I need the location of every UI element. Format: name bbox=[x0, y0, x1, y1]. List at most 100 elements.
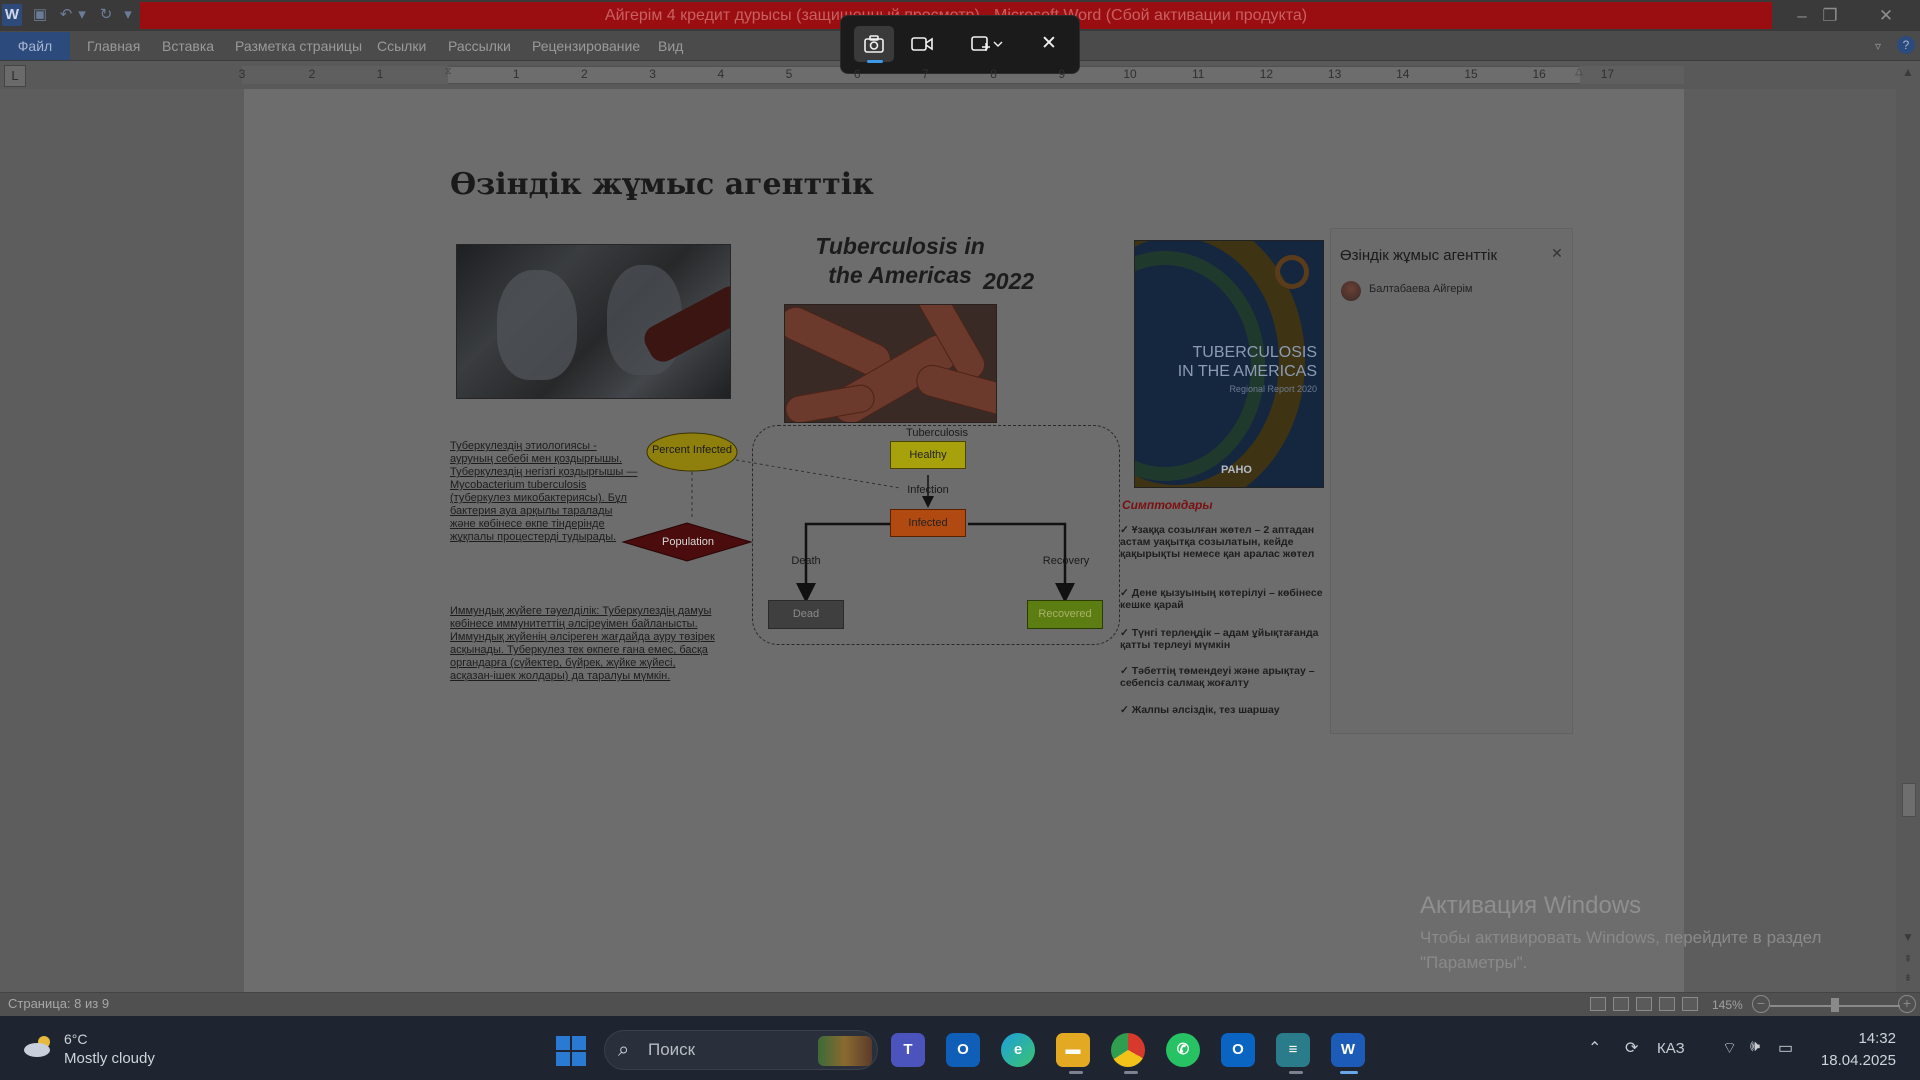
previous-page-icon[interactable]: ⇞ bbox=[1898, 951, 1918, 969]
indent-marker-icon[interactable]: ⧖ bbox=[443, 66, 453, 86]
close-window-button[interactable]: ✕ bbox=[1858, 0, 1914, 31]
side-pane-title: Өзіндік жұмыс агенттік bbox=[1340, 247, 1498, 264]
zoom-level[interactable]: 145% bbox=[1712, 998, 1743, 1012]
ruler-number: 6 bbox=[853, 67, 861, 81]
report-title-2: IN THE AMERICAS bbox=[1177, 363, 1317, 380]
outlook-icon[interactable]: O bbox=[1221, 1033, 1255, 1067]
input-language[interactable]: КАЗ bbox=[1657, 1040, 1685, 1057]
next-page-icon[interactable]: ⇟ bbox=[1898, 970, 1918, 988]
ruler-number: 7 bbox=[922, 67, 929, 81]
capture-mode-indicator bbox=[867, 60, 883, 63]
clock-date[interactable]: 18.04.2025 bbox=[1800, 1052, 1896, 1069]
ruler-number: 13 bbox=[1327, 67, 1342, 81]
help-icon[interactable]: ? bbox=[1897, 36, 1915, 54]
outline-view-icon[interactable] bbox=[1659, 997, 1675, 1011]
ruler-number: 3 bbox=[649, 67, 656, 81]
save-icon[interactable]: ▣ bbox=[30, 4, 50, 26]
tb-year: 2022 bbox=[983, 268, 1035, 294]
battery-icon[interactable]: ▭ bbox=[1778, 1038, 1793, 1058]
side-pane-close-icon[interactable]: ✕ bbox=[1548, 245, 1566, 262]
video-icon[interactable] bbox=[902, 26, 942, 62]
scrollbar-thumb[interactable] bbox=[1902, 783, 1916, 817]
cloudy-weather-icon[interactable] bbox=[22, 1033, 56, 1059]
restore-button[interactable]: ❐ bbox=[1802, 0, 1858, 31]
page-counter[interactable]: Страница: 8 из 9 bbox=[8, 996, 109, 1011]
teams-icon[interactable]: T bbox=[891, 1033, 925, 1067]
status-bar bbox=[0, 992, 1920, 1016]
activation-watermark-text: Чтобы активировать Windows, перейдите в … bbox=[1420, 928, 1822, 972]
ruler-number: 12 bbox=[1259, 67, 1274, 81]
side-pane bbox=[1330, 228, 1573, 734]
tab-selector-icon[interactable]: L bbox=[4, 65, 26, 87]
scroll-up-icon[interactable]: ▲ bbox=[1898, 63, 1918, 81]
ruler-number: 2 bbox=[308, 67, 316, 81]
edge-icon[interactable]: e bbox=[1001, 1033, 1035, 1067]
search-placeholder: Поиск bbox=[648, 1040, 696, 1059]
symptom-item: ✓ Ұзаққа созылған жөтел – 2 аптадан аста… bbox=[1120, 524, 1315, 560]
ruler-number: 17 bbox=[1600, 67, 1615, 81]
tab-view[interactable]: Вид bbox=[658, 31, 683, 61]
infected-node: Infected bbox=[890, 509, 966, 537]
ruler-right-margin bbox=[1580, 66, 1684, 84]
snip-mode-icon[interactable] bbox=[962, 26, 1012, 62]
ruler-number: 4 bbox=[717, 67, 725, 81]
show-hidden-icons-icon[interactable]: ⌃ bbox=[1588, 1038, 1601, 1058]
tab-review[interactable]: Рецензирование bbox=[532, 31, 640, 61]
tab-insert[interactable]: Вставка bbox=[162, 31, 214, 61]
camera-icon[interactable] bbox=[854, 26, 894, 62]
file-explorer-icon[interactable]: ▬ bbox=[1056, 1033, 1090, 1067]
zoom-out-button[interactable]: − bbox=[1752, 995, 1770, 1013]
tb-report-cover: TUBERCULOSIS IN THE AMERICAS Regional Re… bbox=[1134, 240, 1324, 488]
word-taskbar-icon[interactable]: W bbox=[1331, 1033, 1365, 1067]
dead-node: Dead bbox=[768, 600, 844, 629]
symptom-item: ✓ Түнгі терлеңдік – адам ұйықтағанда қат… bbox=[1120, 627, 1319, 651]
weather-description[interactable]: Mostly cloudy bbox=[64, 1050, 155, 1067]
notepad-icon[interactable]: ≡ bbox=[1276, 1033, 1310, 1067]
volume-icon[interactable]: 🕪 bbox=[1750, 1038, 1760, 1056]
ruler-number: 3 bbox=[238, 67, 246, 81]
zoom-slider-thumb[interactable] bbox=[1831, 998, 1839, 1012]
document-title: Өзіндік жұмыс агенттік bbox=[450, 167, 874, 202]
recovery-label: Recovery bbox=[1042, 555, 1090, 567]
avatar bbox=[1341, 281, 1361, 301]
outlook-new-icon[interactable]: O bbox=[946, 1033, 980, 1067]
zoom-in-button[interactable]: + bbox=[1898, 995, 1916, 1013]
ruler-number: 5 bbox=[785, 67, 793, 81]
word-app-icon[interactable]: W bbox=[2, 4, 22, 26]
wifi-icon[interactable]: ⌔ bbox=[1722, 1038, 1737, 1058]
activation-watermark-title: Активация Windows bbox=[1420, 892, 1642, 919]
tab-page-layout[interactable]: Разметка страницы bbox=[235, 31, 362, 61]
bacteria-image bbox=[784, 304, 997, 423]
whatsapp-icon[interactable]: ✆ bbox=[1166, 1033, 1200, 1067]
ruler-number: 8 bbox=[990, 67, 997, 81]
tab-mailings[interactable]: Рассылки bbox=[448, 31, 511, 61]
right-indent-marker-icon[interactable]: △ bbox=[1574, 66, 1584, 86]
customize-quick-access-icon[interactable]: ▾ bbox=[118, 4, 138, 26]
ruler-number: 14 bbox=[1396, 67, 1410, 81]
report-subtitle: Regional Report 2020 bbox=[1229, 384, 1317, 394]
clock-time[interactable]: 14:32 bbox=[1800, 1030, 1896, 1047]
percent-infected-label: Percent Infected bbox=[651, 444, 733, 456]
tab-references[interactable]: Ссылки bbox=[377, 31, 426, 61]
symptom-item: ✓ Тәбеттің төмендеуі және арықтау – себе… bbox=[1120, 665, 1315, 689]
print-layout-view-icon[interactable] bbox=[1590, 997, 1606, 1011]
report-title-block: TUBERCULOSIS IN THE AMERICAS bbox=[1145, 343, 1317, 381]
vertical-scrollbar[interactable] bbox=[1896, 61, 1920, 992]
tb-americas-heading: Tuberculosis in the Americas bbox=[815, 233, 985, 288]
ruler-number: 11 bbox=[1191, 67, 1205, 81]
ribbon-expand-icon[interactable]: ▿ bbox=[1875, 31, 1881, 61]
tab-home[interactable]: Главная bbox=[87, 31, 140, 61]
ruler-number: 1 bbox=[376, 67, 384, 81]
weather-temperature[interactable]: 6°C bbox=[64, 1031, 88, 1047]
undo-dropdown-icon[interactable]: ▾ bbox=[72, 4, 92, 26]
windows-start-icon[interactable] bbox=[556, 1036, 586, 1066]
reading-view-icon[interactable] bbox=[1613, 997, 1629, 1011]
chrome-icon[interactable] bbox=[1111, 1033, 1145, 1067]
scroll-down-icon[interactable]: ▼ bbox=[1898, 928, 1918, 946]
web-layout-view-icon[interactable] bbox=[1636, 997, 1652, 1011]
redo-icon[interactable]: ↻ bbox=[96, 4, 116, 26]
close-icon[interactable]: ✕ bbox=[1029, 26, 1069, 62]
draft-view-icon[interactable] bbox=[1682, 997, 1698, 1011]
sync-icon[interactable]: ⟳ bbox=[1625, 1038, 1638, 1058]
tab-file[interactable]: Файл bbox=[0, 32, 70, 60]
